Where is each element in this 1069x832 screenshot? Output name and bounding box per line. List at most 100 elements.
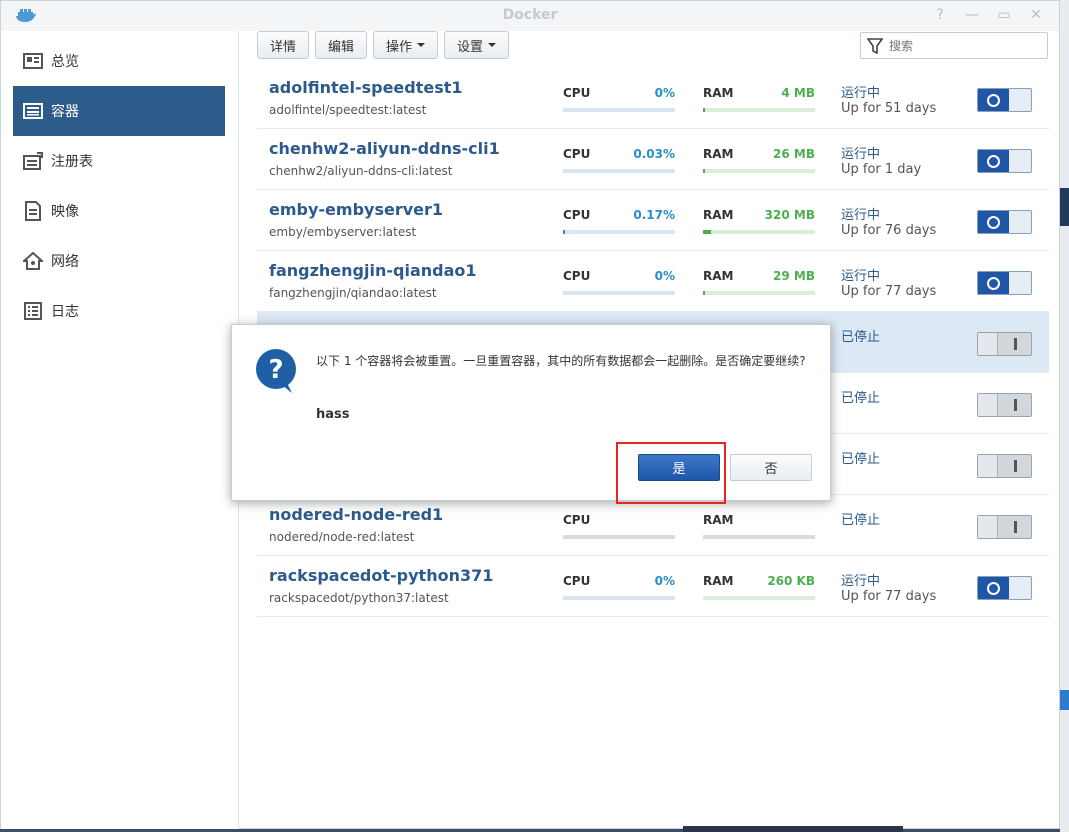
sidebar-item-registry[interactable]: 注册表 xyxy=(13,136,225,186)
toolbar: 详情 编辑 操作 设置 xyxy=(257,31,510,61)
sidebar-item-label: 容器 xyxy=(51,104,79,120)
uptime-text: Up for 77 days xyxy=(841,589,937,604)
toggle-knob xyxy=(978,394,998,416)
toggle-off-icon xyxy=(1014,399,1017,411)
dialog-message: 以下 1 个容器将会被重置。一旦重置容器，其中的所有数据都会一起删除。是否确定要… xyxy=(316,354,806,368)
toggle-knob xyxy=(978,455,998,477)
cpu-value: 0% xyxy=(654,86,675,100)
background-block xyxy=(1060,690,1069,710)
power-toggle[interactable] xyxy=(977,88,1032,112)
sidebar-item-container[interactable]: 容器 xyxy=(13,86,225,136)
close-icon[interactable]: ✕ xyxy=(1027,6,1045,24)
toggle-on-icon xyxy=(978,89,1009,111)
sidebar-item-label: 映像 xyxy=(51,204,79,220)
ram-label: RAM xyxy=(703,574,734,588)
cpu-bar xyxy=(563,108,675,112)
container-name[interactable]: rackspacedot-python371 xyxy=(269,566,493,585)
ram-bar xyxy=(703,230,815,234)
status-text: 已停止 xyxy=(841,452,881,467)
chevron-down-icon xyxy=(488,43,497,47)
cpu-bar xyxy=(563,230,675,234)
sidebar-item-overview[interactable]: 总览 xyxy=(13,36,225,86)
container-row[interactable]: emby-embyserver1 emby/embyserver:latest CP… xyxy=(257,190,1049,251)
power-toggle[interactable] xyxy=(977,271,1032,295)
status-text: 运行中 xyxy=(841,147,881,162)
ram-bar xyxy=(703,291,815,295)
edit-button[interactable]: 编辑 xyxy=(315,31,368,59)
container-name[interactable]: fangzhengjin-qiandao1 xyxy=(269,261,477,280)
filter-icon[interactable] xyxy=(867,37,883,54)
ram-label: RAM xyxy=(703,147,734,161)
power-toggle[interactable] xyxy=(977,454,1032,478)
no-button[interactable]: 否 xyxy=(730,454,812,481)
toggle-on-icon xyxy=(978,211,1009,233)
ram-label: RAM xyxy=(703,269,734,283)
ram-value: 29 MB xyxy=(773,269,815,283)
sidebar-item-label: 注册表 xyxy=(51,154,93,170)
settings-dropdown-button[interactable]: 设置 xyxy=(444,31,510,59)
cpu-bar xyxy=(563,596,675,600)
settings-label: 设置 xyxy=(457,38,484,54)
ram-value: 26 MB xyxy=(773,147,815,161)
power-toggle[interactable] xyxy=(977,576,1032,600)
dialog-target-name: hass xyxy=(316,407,350,422)
sidebar-item-network[interactable]: 网络 xyxy=(13,236,225,286)
container-row[interactable]: rackspacedot-python371 rackspacedot/pytho… xyxy=(257,556,1049,617)
sidebar-item-label: 网络 xyxy=(51,254,79,270)
minimize-icon[interactable]: — xyxy=(963,6,981,24)
power-toggle[interactable] xyxy=(977,332,1032,356)
sidebar-item-label: 日志 xyxy=(51,304,79,320)
cpu-bar xyxy=(563,535,675,539)
uptime-text: Up for 77 days xyxy=(841,284,937,299)
container-row[interactable]: nodered-node-red1 nodered/node-red:latest… xyxy=(257,495,1049,556)
ram-label: RAM xyxy=(703,86,734,100)
power-toggle[interactable] xyxy=(977,149,1032,173)
ram-label: RAM xyxy=(703,208,734,222)
uptime-text: Up for 51 days xyxy=(841,101,937,116)
title-bar: Docker ? — ▭ ✕ xyxy=(1,1,1059,31)
container-name[interactable]: chenhw2-aliyun-ddns-cli1 xyxy=(269,139,500,158)
cpu-label: CPU xyxy=(563,208,591,222)
cpu-label: CPU xyxy=(563,269,591,283)
action-dropdown-button[interactable]: 操作 xyxy=(373,31,439,59)
container-row[interactable]: chenhw2-aliyun-ddns-cli1 chenhw2/aliyun-d… xyxy=(257,129,1049,190)
container-name[interactable]: emby-embyserver1 xyxy=(269,200,443,219)
reset-confirm-dialog: ? 以下 1 个容器将会被重置。一旦重置容器，其中的所有数据都会一起删除。是否确… xyxy=(231,324,831,504)
cpu-value: 0% xyxy=(654,269,675,283)
power-toggle[interactable] xyxy=(977,393,1032,417)
container-row[interactable]: fangzhengjin-qiandao1 fangzhengjin/qianda… xyxy=(257,251,1049,312)
toggle-on-icon xyxy=(978,272,1009,294)
sidebar-item-log[interactable]: 日志 xyxy=(13,286,225,336)
sidebar: 总览 容器 注册表 映像 网络 日志 xyxy=(1,31,239,829)
toggle-off-icon xyxy=(1014,521,1017,533)
sidebar-item-label: 总览 xyxy=(51,54,79,70)
help-icon[interactable]: ? xyxy=(931,6,949,24)
status-text: 已停止 xyxy=(841,330,881,345)
overview-icon xyxy=(23,51,43,71)
status-text: 运行中 xyxy=(841,269,881,284)
container-image: fangzhengjin/qiandao:latest xyxy=(269,286,437,300)
status-text: 运行中 xyxy=(841,208,881,223)
toggle-off-icon xyxy=(1014,460,1017,472)
power-toggle[interactable] xyxy=(977,210,1032,234)
search-input[interactable] xyxy=(889,38,1029,53)
svg-text:?: ? xyxy=(268,355,283,385)
container-row[interactable]: adolfintel-speedtest1 adolfintel/speedtes… xyxy=(257,68,1049,129)
container-image: chenhw2/aliyun-ddns-cli:latest xyxy=(269,164,453,178)
toggle-on-icon xyxy=(978,150,1009,172)
toggle-knob xyxy=(978,516,998,538)
ram-bar xyxy=(703,108,815,112)
cpu-value: 0.03% xyxy=(633,147,675,161)
image-icon xyxy=(23,201,43,221)
sidebar-item-image[interactable]: 映像 xyxy=(13,186,225,236)
maximize-icon[interactable]: ▭ xyxy=(995,6,1013,24)
yes-button[interactable]: 是 xyxy=(638,454,720,481)
power-toggle[interactable] xyxy=(977,515,1032,539)
details-button[interactable]: 详情 xyxy=(257,31,310,59)
action-label: 操作 xyxy=(386,38,413,54)
background-taskbar-fragment xyxy=(683,826,903,832)
container-name[interactable]: nodered-node-red1 xyxy=(269,505,443,524)
container-name[interactable]: adolfintel-speedtest1 xyxy=(269,78,463,97)
docker-window: Docker ? — ▭ ✕ 总览 容器 注册表 映像 网络 日志 详情 编辑 … xyxy=(0,0,1060,829)
cpu-label: CPU xyxy=(563,574,591,588)
